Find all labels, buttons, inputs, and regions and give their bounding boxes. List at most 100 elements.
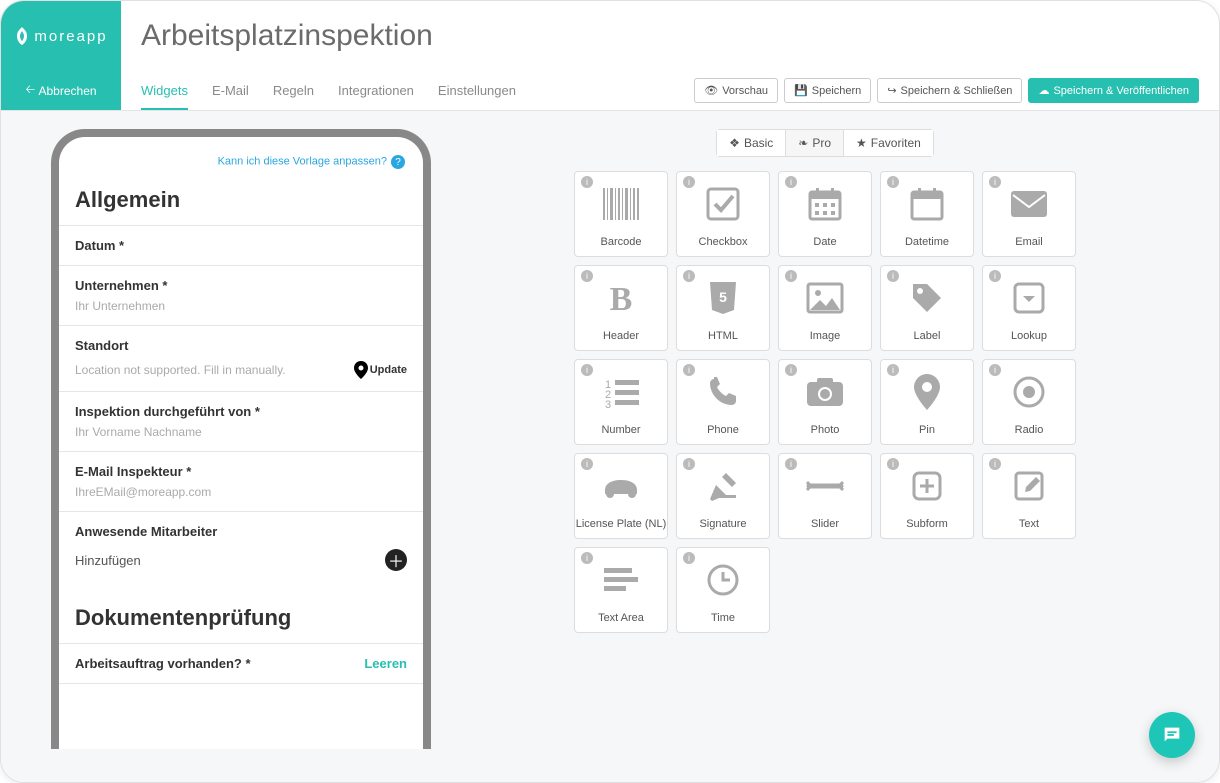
widget-tab-basic[interactable]: ❖Basic xyxy=(716,129,786,157)
phone-icon xyxy=(706,360,740,424)
signature-icon xyxy=(706,454,740,518)
widget-header[interactable]: iBHeader xyxy=(574,265,668,351)
cube-icon: ❖ xyxy=(729,136,740,150)
arrow-left-icon: 🡠 xyxy=(25,80,38,101)
info-icon[interactable]: i xyxy=(887,176,899,188)
barcode-icon xyxy=(601,172,641,236)
info-icon[interactable]: i xyxy=(581,458,593,470)
save-button[interactable]: 💾Speichern xyxy=(784,78,871,103)
brand-name: moreapp xyxy=(34,28,107,45)
info-icon[interactable]: i xyxy=(989,364,1001,376)
field-datum[interactable]: Datum * xyxy=(59,225,423,265)
save-icon: 💾 xyxy=(794,84,808,97)
lookup-icon xyxy=(1012,266,1046,330)
chat-fab[interactable] xyxy=(1149,712,1195,758)
widget-text[interactable]: iText xyxy=(982,453,1076,539)
widget-email[interactable]: iEmail xyxy=(982,171,1076,257)
clear-link[interactable]: Leeren xyxy=(364,656,407,671)
date-icon xyxy=(807,172,843,236)
widget-image[interactable]: iImage xyxy=(778,265,872,351)
tab-settings[interactable]: Einstellungen xyxy=(438,83,516,110)
info-icon[interactable]: i xyxy=(785,176,797,188)
tab-email[interactable]: E-Mail xyxy=(212,83,249,110)
info-icon[interactable]: i xyxy=(683,458,695,470)
location-update[interactable]: Update xyxy=(354,361,407,379)
widget-lookup[interactable]: iLookup xyxy=(982,265,1076,351)
info-icon[interactable]: i xyxy=(989,176,1001,188)
add-text: Hinzufügen xyxy=(75,553,141,568)
exit-icon: ↪ xyxy=(887,84,896,97)
widget-grid: iBarcodeiCheckboxiDateiDatetimeiEmail iBH… xyxy=(451,171,1199,633)
widget-tab-pro[interactable]: ❧Pro xyxy=(786,129,844,157)
radio-icon xyxy=(1012,360,1046,424)
help-link[interactable]: Kann ich diese Vorlage anpassen?? xyxy=(59,149,423,179)
text-icon xyxy=(1012,454,1046,518)
add-button[interactable]: ＋ xyxy=(385,549,407,571)
save-publish-button[interactable]: ☁Speichern & Veröffentlichen xyxy=(1028,78,1199,103)
info-icon[interactable]: i xyxy=(989,270,1001,282)
info-icon[interactable]: i xyxy=(683,270,695,282)
chat-icon xyxy=(1161,724,1183,746)
info-icon[interactable]: i xyxy=(581,270,593,282)
widget-barcode[interactable]: iBarcode xyxy=(574,171,668,257)
tab-widgets[interactable]: Widgets xyxy=(141,83,188,110)
widget-html[interactable]: i5HTML xyxy=(676,265,770,351)
info-icon[interactable]: i xyxy=(989,458,1001,470)
widget-text-area[interactable]: iText Area xyxy=(574,547,668,633)
info-icon[interactable]: i xyxy=(785,364,797,376)
label-icon xyxy=(909,266,945,330)
widget-slider[interactable]: iSlider xyxy=(778,453,872,539)
info-icon[interactable]: i xyxy=(887,364,899,376)
widget-tab-favorites[interactable]: ★Favoriten xyxy=(844,129,934,157)
info-icon[interactable]: i xyxy=(683,176,695,188)
photo-icon xyxy=(805,360,845,424)
widget-label[interactable]: iLabel xyxy=(880,265,974,351)
subform-icon xyxy=(910,454,944,518)
widget-time[interactable]: iTime xyxy=(676,547,770,633)
field-mitarbeiter[interactable]: Anwesende Mitarbeiter Hinzufügen ＋ xyxy=(59,511,423,587)
field-email[interactable]: E-Mail Inspekteur * IhreEMail@moreapp.co… xyxy=(59,451,423,511)
pin-icon xyxy=(354,361,368,379)
field-arbeitsauftrag[interactable]: Leeren Arbeitsauftrag vorhanden? * xyxy=(59,643,423,684)
info-icon[interactable]: i xyxy=(581,176,593,188)
tab-rules[interactable]: Regeln xyxy=(273,83,314,110)
widget-license-plate-nl-[interactable]: iLicense Plate (NL) xyxy=(574,453,668,539)
time-icon xyxy=(706,548,740,612)
widget-date[interactable]: iDate xyxy=(778,171,872,257)
widget-number[interactable]: i123Number xyxy=(574,359,668,445)
info-icon[interactable]: i xyxy=(683,364,695,376)
save-close-button[interactable]: ↪Speichern & Schließen xyxy=(877,78,1022,103)
help-icon: ? xyxy=(391,155,405,169)
info-icon[interactable]: i xyxy=(581,364,593,376)
preview-button[interactable]: 👁Vorschau xyxy=(694,78,778,103)
widget-checkbox[interactable]: iCheckbox xyxy=(676,171,770,257)
svg-text:3: 3 xyxy=(605,399,611,408)
field-standort[interactable]: Standort Location not supported. Fill in… xyxy=(59,325,423,391)
info-icon[interactable]: i xyxy=(887,458,899,470)
pin-icon xyxy=(914,360,940,424)
widget-subform[interactable]: iSubform xyxy=(880,453,974,539)
info-icon[interactable]: i xyxy=(785,458,797,470)
tab-integrations[interactable]: Integrationen xyxy=(338,83,414,110)
widget-radio[interactable]: iRadio xyxy=(982,359,1076,445)
info-icon[interactable]: i xyxy=(785,270,797,282)
widget-signature[interactable]: iSignature xyxy=(676,453,770,539)
section-title-dokumente: Dokumentenprüfung xyxy=(59,587,423,643)
widget-pin[interactable]: iPin xyxy=(880,359,974,445)
datetime-icon xyxy=(909,172,945,236)
info-icon[interactable]: i xyxy=(887,270,899,282)
widget-photo[interactable]: iPhoto xyxy=(778,359,872,445)
field-unternehmen[interactable]: Unternehmen * Ihr Unternehmen xyxy=(59,265,423,325)
image-icon xyxy=(806,266,844,330)
star-icon: ★ xyxy=(856,136,867,150)
widget-datetime[interactable]: iDatetime xyxy=(880,171,974,257)
cloud-icon: ☁ xyxy=(1038,84,1049,97)
leaf-icon: ❧ xyxy=(798,136,808,150)
leaf-icon xyxy=(14,27,30,45)
html-icon: 5 xyxy=(707,266,739,330)
info-icon[interactable]: i xyxy=(581,552,593,564)
info-icon[interactable]: i xyxy=(683,552,695,564)
field-inspektor[interactable]: Inspektion durchgeführt von * Ihr Vornam… xyxy=(59,391,423,451)
cancel-button[interactable]: 🡠 Abbrechen xyxy=(1,71,121,110)
widget-phone[interactable]: iPhone xyxy=(676,359,770,445)
